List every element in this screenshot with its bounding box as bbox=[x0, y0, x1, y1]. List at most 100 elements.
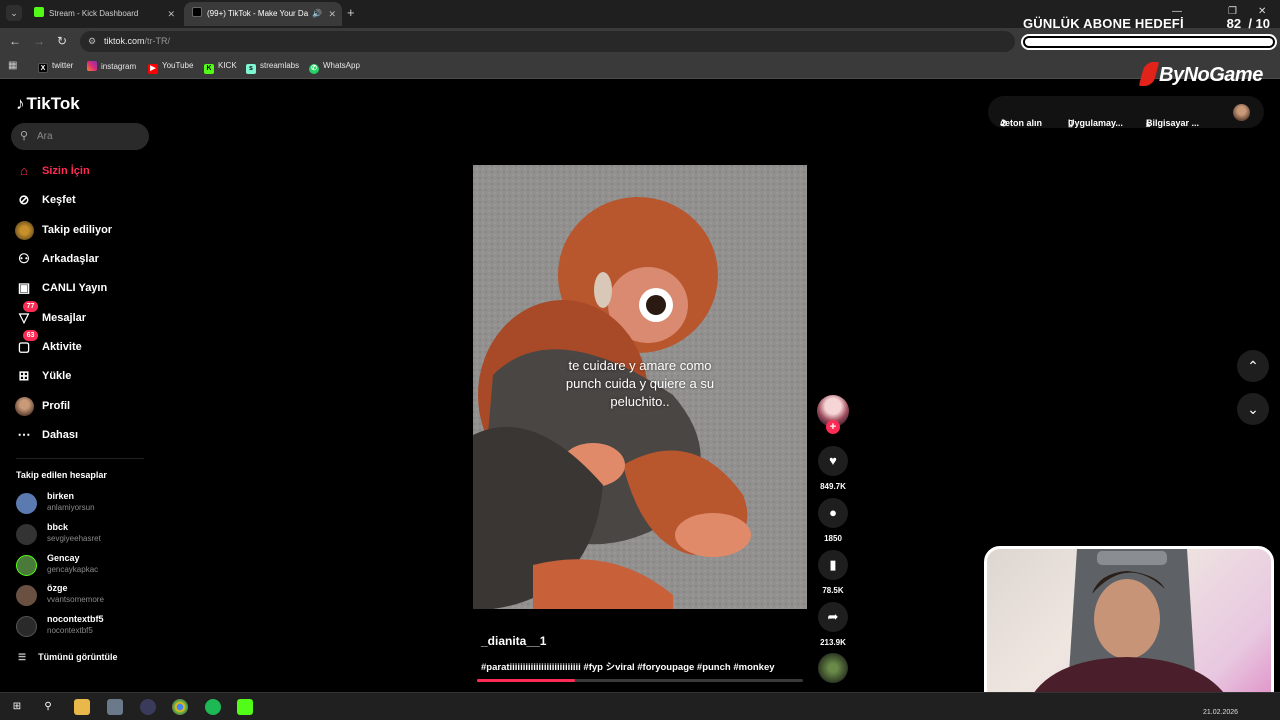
tab-title: Stream - Kick Dashboard bbox=[49, 9, 139, 18]
account-name: bbck bbox=[47, 522, 69, 532]
bookmark-kick[interactable]: K KICK bbox=[204, 61, 237, 74]
chrome-icon[interactable] bbox=[172, 699, 188, 715]
video-progress-bar[interactable] bbox=[477, 679, 803, 682]
account-name: nocontextbf5 bbox=[47, 614, 104, 624]
kick-icon[interactable] bbox=[237, 699, 253, 715]
taskbar-date: 21.02.2026 bbox=[1203, 709, 1239, 716]
goal-progress-bar bbox=[1021, 34, 1277, 50]
like-button[interactable]: ♥ bbox=[818, 446, 848, 476]
search-icon[interactable]: ⚲ bbox=[40, 699, 56, 715]
profile-avatar-icon bbox=[14, 396, 34, 416]
new-tab-button[interactable]: + bbox=[347, 5, 355, 21]
apps-grid-icon[interactable]: ▦ bbox=[8, 60, 17, 71]
nav-upload[interactable]: ⊞ Yükle bbox=[14, 364, 154, 388]
bookmark-label: streamlabs bbox=[260, 61, 300, 70]
url-path: /tr-TR/ bbox=[144, 36, 171, 46]
video-overlay-text: te cuidare y amare como punch cuida y qu… bbox=[565, 358, 715, 409]
video-author[interactable]: _dianita__1 bbox=[481, 634, 546, 648]
subscriber-goal-widget: GÜNLÜK ABONE HEDEFİ 82 / 10 bbox=[1018, 8, 1280, 54]
nav-following[interactable]: Takip ediliyor bbox=[14, 218, 154, 242]
video-player[interactable]: te cuidare y amare como punch cuida y qu… bbox=[473, 165, 807, 609]
nav-explore[interactable]: ⊘ Keşfet bbox=[14, 188, 154, 212]
nav-label: Arkadaşlar bbox=[42, 253, 99, 265]
tiktok-logo[interactable]: ♪ TikTok bbox=[16, 94, 80, 114]
followed-account[interactable]: bbck sevgiyeehasret bbox=[16, 521, 156, 549]
bookmark-label: instagram bbox=[101, 62, 137, 71]
followed-account[interactable]: birken anlamiyorsun bbox=[16, 490, 156, 518]
nav-profile[interactable]: Profil bbox=[14, 394, 154, 418]
windows-taskbar: ⊞ ⚲ 21.02.2026 bbox=[0, 692, 1280, 720]
bookmark-streamlabs[interactable]: s streamlabs bbox=[246, 61, 299, 74]
nav-for-you[interactable]: ⌂ Sizin İçin bbox=[14, 159, 154, 183]
top-actions-bar: ⊘ Jeton alın ▯ Uygulamay... ⤓ Bilgisayar… bbox=[988, 96, 1264, 128]
windows-start-icon[interactable]: ⊞ bbox=[9, 699, 25, 715]
bookmark-icon: ▮ bbox=[829, 557, 837, 572]
goal-total: / 10 bbox=[1248, 16, 1270, 31]
url-host: tiktok.com bbox=[104, 36, 145, 46]
close-tab-icon[interactable]: ✕ bbox=[167, 2, 175, 26]
following-avatar-icon bbox=[14, 220, 34, 240]
desktop-label: Bilgisayar ... bbox=[1146, 118, 1200, 128]
account-username: gencaykapkac bbox=[47, 565, 99, 574]
kick-icon bbox=[34, 7, 44, 17]
messages-badge: 77 bbox=[23, 301, 38, 312]
bookmark-twitter[interactable]: Xtwitter bbox=[38, 61, 73, 73]
comment-button[interactable]: ● bbox=[818, 498, 848, 528]
see-all-following[interactable]: ☰ Tümünü görüntüle bbox=[18, 652, 118, 663]
user-avatar[interactable] bbox=[1233, 104, 1250, 121]
avatar bbox=[16, 555, 37, 576]
site-info-icon[interactable]: ⚙ bbox=[88, 31, 96, 52]
nav-label: Sizin İçin bbox=[42, 165, 90, 177]
tab-title: (99+) TikTok - Make Your Da bbox=[207, 9, 309, 18]
followed-account[interactable]: nocontextbf5 nocontextbf5 bbox=[16, 613, 156, 641]
tab-tiktok[interactable]: (99+) TikTok - Make Your Da 🔊 ✕ bbox=[184, 2, 342, 26]
followed-account[interactable]: Gencay gencaykapkac bbox=[16, 552, 156, 580]
tab-search-button[interactable]: ⌄ bbox=[6, 5, 22, 21]
nav-label: Profil bbox=[42, 400, 71, 412]
file-explorer-icon[interactable] bbox=[74, 699, 90, 715]
bookmark-youtube[interactable]: ▶ YouTube bbox=[148, 61, 193, 74]
bookmark-instagram[interactable]: instagram bbox=[87, 61, 136, 71]
back-icon[interactable]: ← bbox=[9, 34, 21, 48]
tab-kick-dashboard[interactable]: Stream - Kick Dashboard ✕ bbox=[26, 2, 181, 26]
previous-video-button[interactable]: ⌃ bbox=[1237, 350, 1269, 382]
whatsapp-icon: ✆ bbox=[309, 64, 319, 74]
app-icon[interactable] bbox=[107, 699, 123, 715]
nav-label: Dahası bbox=[42, 429, 79, 441]
video-hashtags[interactable]: #paratiiiiiiiiiiiiiiiiiiiiiiiiiii #fyp シ… bbox=[481, 659, 775, 673]
bynogame-mark-icon bbox=[1138, 62, 1160, 86]
address-bar[interactable]: ⚙ tiktok.com/tr-TR/ bbox=[80, 31, 1015, 52]
nav-friends[interactable]: ⚇ Arkadaşlar bbox=[14, 247, 154, 271]
goal-label: GÜNLÜK ABONE HEDEFİ bbox=[1023, 16, 1184, 31]
close-tab-icon[interactable]: ✕ bbox=[328, 2, 336, 26]
search-input[interactable]: ⚲ Ara bbox=[11, 123, 149, 150]
nav-live[interactable]: ▣ CANLI Yayın bbox=[14, 276, 154, 300]
bookmark-whatsapp[interactable]: ✆ WhatsApp bbox=[309, 61, 360, 74]
webcam-feed bbox=[1027, 549, 1232, 705]
speaker-icon[interactable]: 🔊 bbox=[312, 2, 322, 26]
bynogame-logo: ByNoGame bbox=[1138, 62, 1263, 87]
forward-icon[interactable]: → bbox=[33, 34, 45, 48]
next-video-button[interactable]: ⌄ bbox=[1237, 393, 1269, 425]
spotify-icon[interactable] bbox=[205, 699, 221, 715]
nav-more[interactable]: ⋯ Dahası bbox=[14, 423, 154, 447]
x-icon: X bbox=[38, 63, 48, 73]
follow-plus-icon[interactable]: + bbox=[826, 420, 840, 434]
reload-icon[interactable]: ↻ bbox=[57, 34, 67, 48]
nav-activity[interactable]: ▢ 63 Aktivite bbox=[14, 330, 154, 359]
save-button[interactable]: ▮ bbox=[818, 550, 848, 580]
obs-icon[interactable] bbox=[140, 699, 156, 715]
goal-current: 82 bbox=[1226, 16, 1242, 31]
see-all-label: Tümünü görüntüle bbox=[38, 652, 118, 662]
share-count: 213.9K bbox=[820, 638, 846, 647]
nav-messages[interactable]: ▽ 77 Mesajlar bbox=[14, 301, 154, 330]
followed-account[interactable]: özge vvantsomemore bbox=[16, 582, 156, 610]
more-icon: ⋯ bbox=[17, 427, 31, 442]
save-count: 78.5K bbox=[822, 586, 844, 595]
avatar bbox=[16, 524, 37, 545]
logo-text: TikTok bbox=[26, 94, 80, 113]
music-disc-icon[interactable] bbox=[818, 653, 848, 683]
coins-label: Jeton alın bbox=[1000, 118, 1043, 128]
nav-label: Keşfet bbox=[42, 194, 76, 206]
share-button[interactable]: ➦ bbox=[818, 602, 848, 632]
